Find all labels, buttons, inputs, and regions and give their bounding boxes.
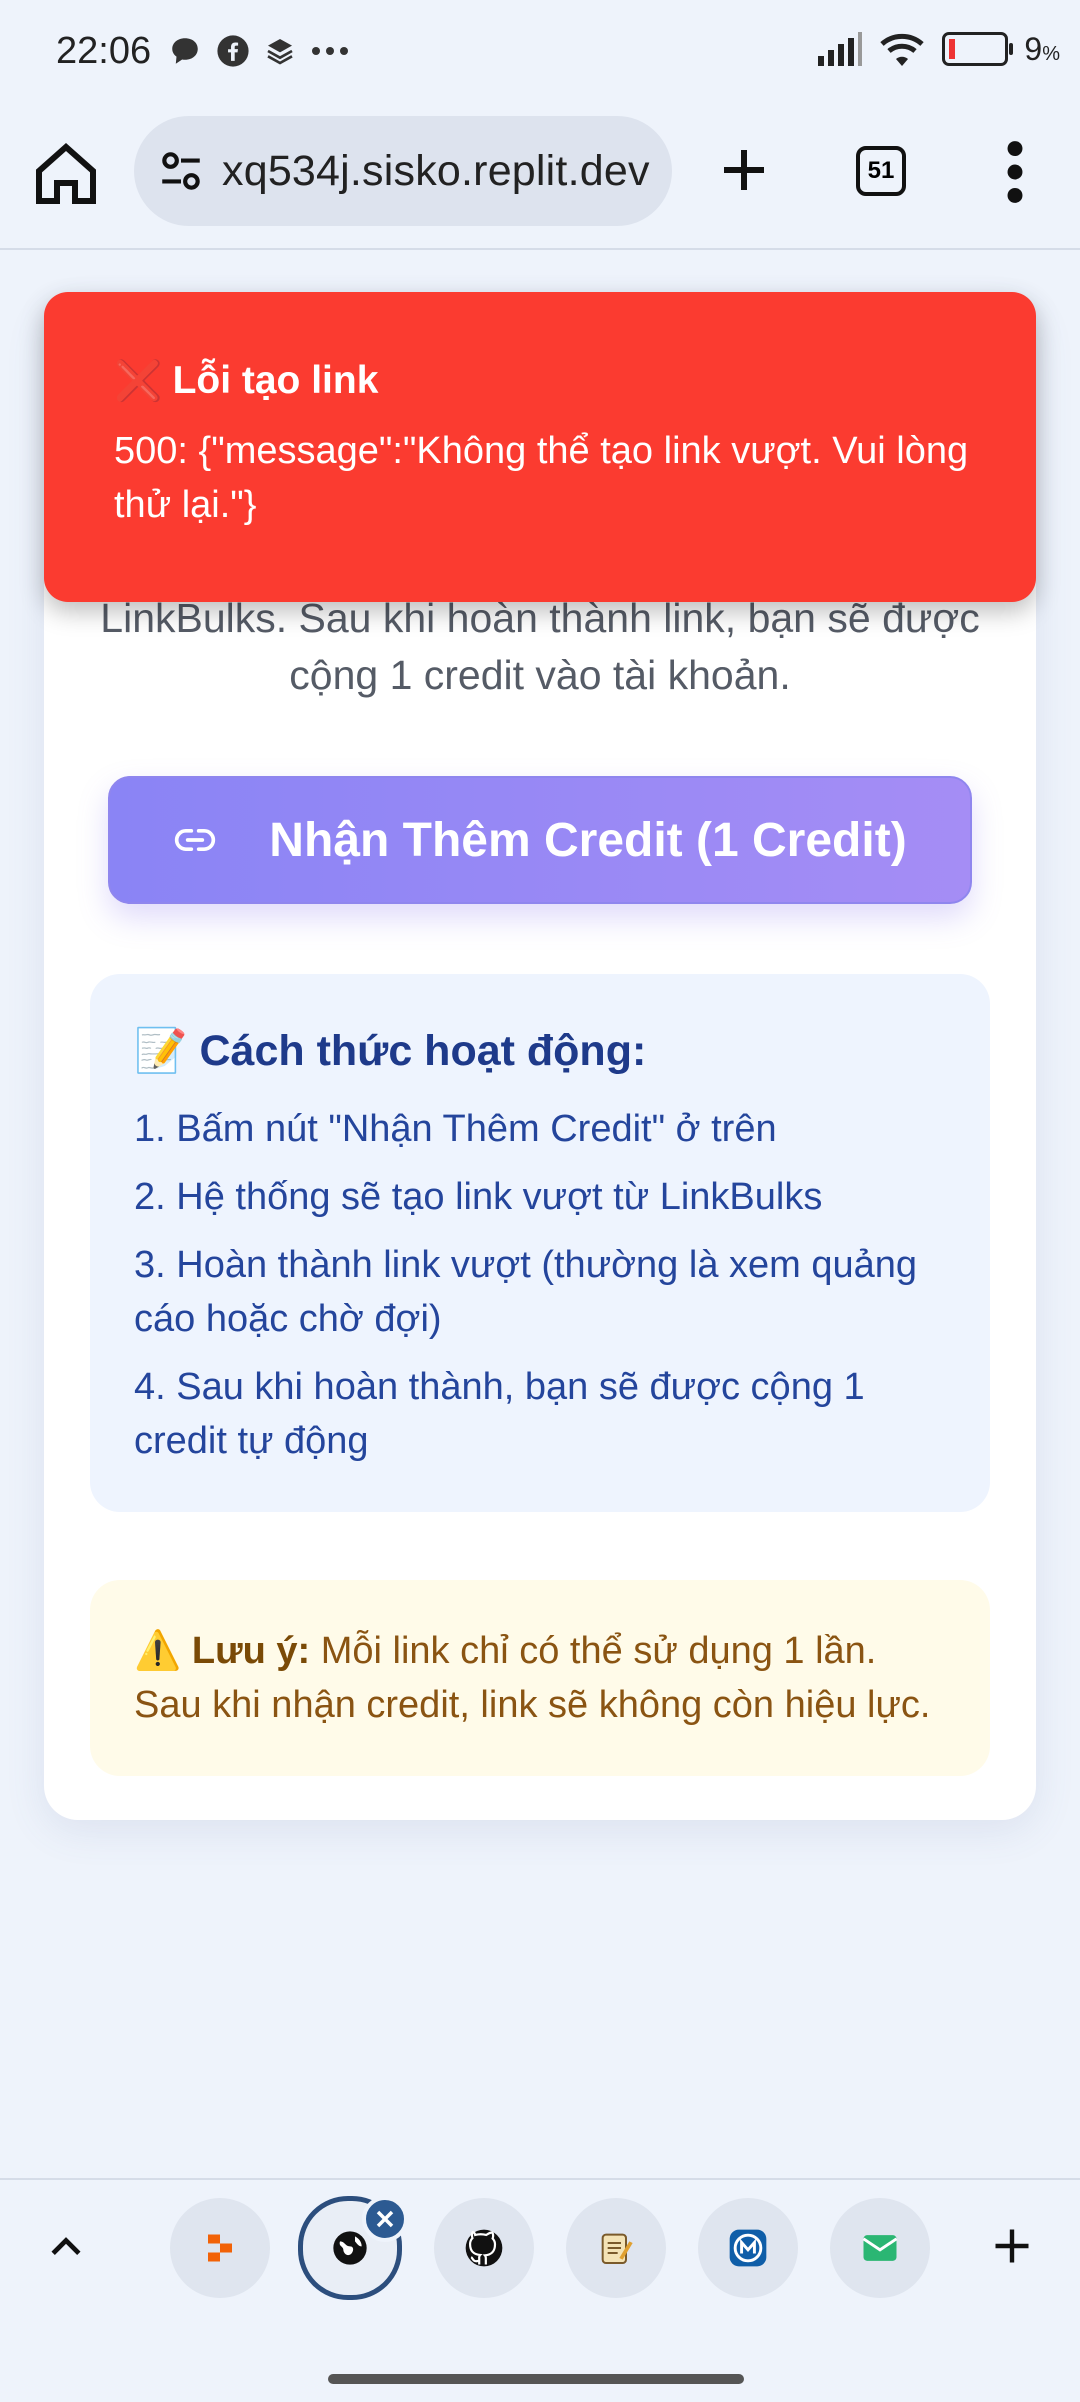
tab-switcher-button[interactable]: 51	[856, 146, 906, 196]
toast-title: ❌ Lỗi tạo link	[114, 359, 379, 403]
home-icon[interactable]	[30, 138, 102, 210]
wifi-icon	[880, 33, 925, 66]
status-bar: 22:06 9%	[0, 0, 1080, 110]
gesture-bar	[328, 2374, 744, 2384]
url-text[interactable]: xq534j.sisko.replit.dev	[222, 147, 652, 196]
site-settings-icon[interactable]	[156, 146, 206, 196]
note-label: Lưu ý:	[191, 1630, 311, 1672]
more-menu-icon[interactable]	[1000, 140, 1030, 204]
close-tab-icon[interactable]	[362, 2196, 408, 2242]
url-bar[interactable]: xq534j.sisko.replit.dev	[134, 116, 672, 226]
get-credit-button[interactable]: Nhận Thêm Credit (1 Credit)	[108, 776, 972, 904]
system-status: 9%	[818, 30, 1060, 68]
browser-toolbar: xq534j.sisko.replit.dev 51	[0, 110, 1080, 250]
clock: 22:06	[56, 30, 152, 72]
toast-message: 500: {"message":"Không thể tạo link vượt…	[114, 430, 969, 526]
replit-tab-icon[interactable]	[170, 2198, 270, 2298]
mail-tab-icon[interactable]	[830, 2198, 930, 2298]
chevron-up-icon[interactable]	[44, 2224, 88, 2268]
get-credit-label: Nhận Thêm Credit (1 Credit)	[269, 813, 907, 867]
layers-icon	[267, 39, 293, 65]
list-item: 2. Hệ thống sẽ tạo link vượt từ LinkBulk…	[134, 1176, 823, 1218]
intro-line-2: cộng 1 credit vào tài khoản.	[289, 652, 791, 698]
new-tab-icon[interactable]	[714, 140, 774, 200]
facebook-icon	[217, 35, 249, 67]
bottom-tab-bar	[0, 2178, 1080, 2402]
error-toast[interactable]: ❌ Lỗi tạo link 500: {"message":"Không th…	[44, 292, 1036, 602]
warning-icon: ⚠️	[134, 1630, 182, 1672]
how-it-works-box: 📝 Cách thức hoạt động: 1. Bấm nút "Nhận …	[90, 974, 990, 1512]
intro-text: LinkBulks. Sau khi hoàn thành link, bạn …	[44, 590, 1036, 704]
list-item: 1. Bấm nút "Nhận Thêm Credit" ở trên	[134, 1108, 777, 1150]
notepad-tab-icon[interactable]	[566, 2198, 666, 2298]
memo-icon: 📝	[134, 1027, 188, 1075]
tab-count: 51	[867, 157, 895, 184]
list-item: 4. Sau khi hoàn thành, bạn sẽ được cộng …	[134, 1366, 865, 1462]
signal-icon	[818, 32, 863, 66]
app-tab-icon[interactable]	[698, 2198, 798, 2298]
chat-bubble-icon	[172, 38, 198, 64]
notification-icons	[168, 34, 350, 68]
github-tab-icon[interactable]	[434, 2198, 534, 2298]
warning-note: ⚠️ Lưu ý: Mỗi link chỉ có thể sử dụng 1 …	[90, 1580, 990, 1776]
link-icon	[175, 829, 216, 851]
how-it-works-title: 📝 Cách thức hoạt động:	[134, 1027, 647, 1075]
add-tab-icon[interactable]	[990, 2224, 1034, 2268]
list-item: 3. Hoàn thành link vượt (thường là xem q…	[134, 1244, 918, 1340]
battery-percent: 9%	[1024, 30, 1060, 67]
more-dots-icon	[312, 47, 348, 55]
cross-icon: ❌	[114, 360, 163, 403]
steps-list: 1. Bấm nút "Nhận Thêm Credit" ở trên 2. …	[134, 1102, 954, 1482]
battery-icon	[942, 32, 1014, 66]
